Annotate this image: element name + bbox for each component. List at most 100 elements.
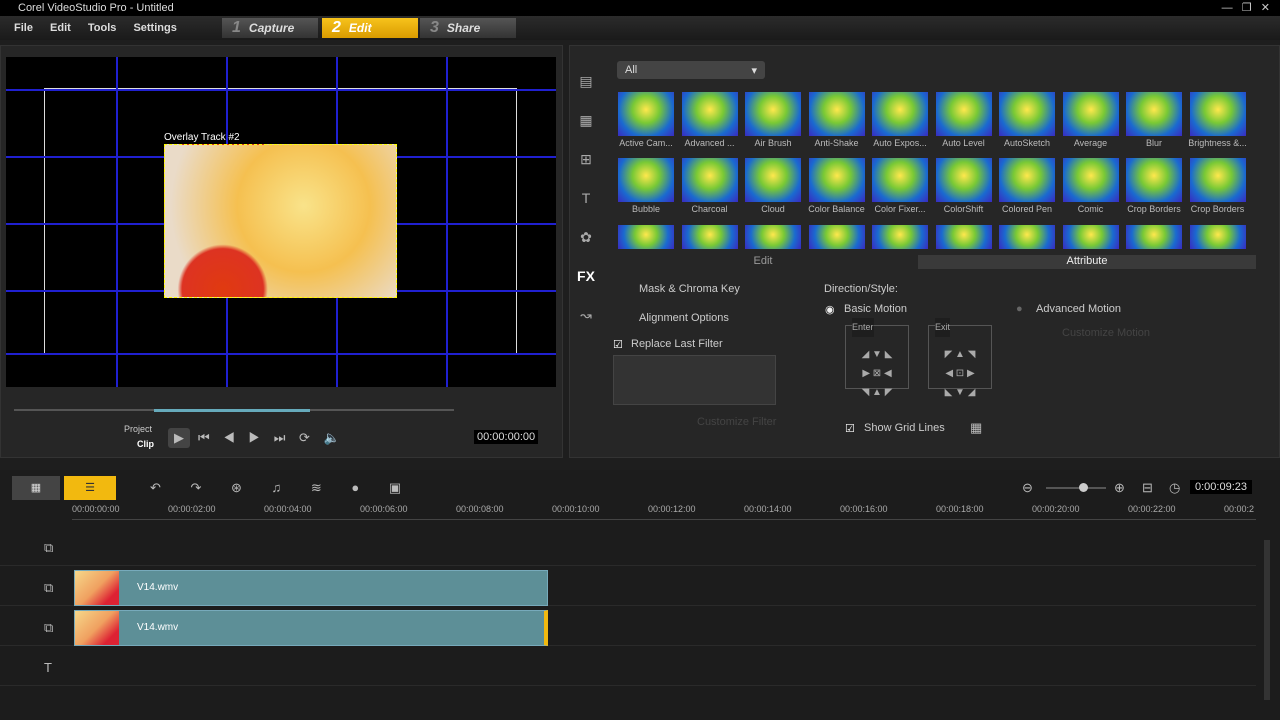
timeline-clip-selected[interactable]: V14.wmv	[74, 610, 548, 646]
window-controls[interactable]: — ❐ ✕	[1222, 0, 1270, 16]
tab-capture[interactable]: 1 Capture	[222, 18, 318, 38]
effect-thumbnail[interactable]	[808, 225, 865, 249]
effect-thumbnail[interactable]	[1189, 92, 1246, 136]
effect-thumbnail[interactable]	[681, 225, 738, 249]
video-track[interactable]: ⧉	[0, 528, 1256, 566]
grid-settings-icon[interactable]: ▦	[970, 420, 982, 436]
title-icon[interactable]: T	[574, 179, 598, 218]
alignment-options-button[interactable]: Alignment Options	[639, 312, 729, 324]
effect-thumbnail[interactable]	[1126, 225, 1182, 249]
effect-thumbnail[interactable]	[618, 225, 674, 249]
effect-thumbnail[interactable]	[872, 158, 928, 202]
effect-thumbnail[interactable]	[1126, 158, 1182, 202]
overlay-track-1[interactable]: ⧉ V14.wmv	[0, 568, 1256, 606]
effect-thumbnail[interactable]	[999, 92, 1055, 136]
replace-last-filter-checkbox[interactable]: ☑	[613, 338, 623, 351]
menu-settings[interactable]: Settings	[133, 16, 176, 40]
menu-tools[interactable]: Tools	[88, 16, 117, 40]
effect-thumbnail[interactable]	[1126, 92, 1182, 136]
ruler-tick: 00:00:02:00	[168, 504, 216, 514]
effect-label: Advanced ...	[684, 138, 735, 148]
transition-icon[interactable]: ⊞	[574, 140, 598, 179]
play-button[interactable]: ▶	[168, 428, 190, 448]
clip-mode[interactable]: Clip	[137, 439, 154, 449]
zoom-slider[interactable]	[1046, 483, 1106, 492]
effect-thumbnail[interactable]	[872, 92, 928, 136]
tab-edit[interactable]: 2 Edit	[322, 18, 418, 38]
window-title: Corel VideoStudio Pro - Untitled	[18, 2, 174, 14]
path-icon[interactable]: ↝	[574, 296, 598, 335]
scrub-bar[interactable]	[14, 409, 454, 412]
tracks: ⧉ ⧉ V14.wmv ⧉ V14.wmv T	[0, 528, 1256, 708]
timeline-scrollbar[interactable]	[1264, 540, 1270, 700]
ruler-tick: 00:00:04:00	[264, 504, 312, 514]
effect-thumbnail[interactable]	[1189, 225, 1246, 249]
library-filter-dropdown[interactable]: All ▾	[617, 61, 765, 79]
timeline-ruler[interactable]: 00:00:00:00 00:00:02:00 00:00:04:00 00:00:0…	[72, 500, 1256, 520]
timeline-toolbar[interactable]: ↶ ↷ ⊛ ♫ ≋ ● ▣	[150, 480, 401, 496]
effect-label: Color Balance	[808, 204, 865, 214]
advanced-motion-radio[interactable]: ●	[1016, 303, 1023, 315]
effect-thumbnail[interactable]	[1062, 92, 1119, 136]
effect-thumbnail[interactable]	[745, 158, 801, 202]
basic-motion-radio[interactable]: ◉	[825, 303, 835, 316]
fit-project-icon[interactable]: ⊟	[1142, 480, 1153, 496]
timeline-clip[interactable]: V14.wmv	[74, 570, 548, 606]
enter-direction-grid[interactable]: Enter ◢ ▼ ◣ ▶ ⊠ ◀ ◥ ▲ ◤	[845, 318, 909, 398]
title-bar: Corel VideoStudio Pro - Untitled — ❐ ✕	[0, 0, 1280, 16]
fx-icon[interactable]: FX	[574, 257, 598, 296]
storyboard-view-button[interactable]: ▦	[12, 476, 60, 500]
timeline-view-button[interactable]: ☰	[64, 476, 116, 500]
mask-chroma-key-button[interactable]: Mask & Chroma Key	[639, 283, 740, 295]
zoom-in-icon[interactable]: ⊕	[1114, 480, 1125, 496]
instant-project-icon[interactable]: ▦	[574, 101, 598, 140]
effect-thumbnail[interactable]	[935, 225, 992, 249]
effect-label: Crop Borders	[1190, 204, 1245, 214]
show-grid-lines-checkbox[interactable]: ☑	[845, 422, 855, 435]
effect-thumbnail[interactable]	[745, 225, 801, 249]
effect-thumbnail[interactable]	[872, 225, 928, 249]
effect-thumbnail[interactable]	[935, 92, 992, 136]
effect-label: Active Cam...	[619, 138, 673, 148]
effect-thumbnail[interactable]	[618, 158, 674, 202]
effect-thumbnail[interactable]	[1062, 225, 1119, 249]
effect-thumbnail[interactable]	[999, 158, 1055, 202]
graphic-icon[interactable]: ✿	[574, 218, 598, 257]
overlay-track-2[interactable]: ⧉ V14.wmv	[0, 608, 1256, 646]
menu-file[interactable]: File	[14, 16, 33, 40]
tab-attribute[interactable]: Attribute	[918, 255, 1256, 269]
effect-label: Air Brush	[754, 138, 792, 148]
effect-thumbnail[interactable]	[681, 158, 738, 202]
exit-direction-grid[interactable]: Exit ◤ ▲ ◥ ◀ ⊡ ▶ ◣ ▼ ◢	[928, 318, 992, 398]
media-icon[interactable]: ▤	[574, 62, 598, 101]
filter-list[interactable]	[613, 355, 776, 405]
clock-icon: ◷	[1169, 480, 1181, 495]
effect-thumbnail[interactable]	[935, 158, 992, 202]
effect-thumbnail[interactable]	[681, 92, 738, 136]
effect-thumbnail[interactable]	[808, 92, 865, 136]
zoom-out-icon[interactable]: ⊖	[1022, 480, 1033, 496]
effect-label: ColorShift	[943, 204, 984, 214]
effect-thumbnail[interactable]	[618, 92, 674, 136]
effect-label: Auto Level	[942, 138, 985, 148]
effect-thumbnail[interactable]	[1189, 158, 1246, 202]
effect-label: Auto Expos...	[873, 138, 927, 148]
menu-edit[interactable]: Edit	[50, 16, 71, 40]
direction-style-label: Direction/Style:	[824, 283, 898, 295]
replace-last-filter-label: Replace Last Filter	[631, 338, 723, 350]
timecode-field[interactable]: 00:00:00:00	[474, 430, 539, 444]
overlay-clip[interactable]	[164, 144, 397, 298]
project-mode[interactable]: Project	[124, 424, 152, 434]
library-sidebar: ▤ ▦ ⊞ T ✿ FX ↝	[574, 62, 598, 335]
advanced-motion-label: Advanced Motion	[1036, 303, 1121, 315]
preview-window[interactable]: Overlay Track #2	[6, 57, 556, 387]
title-track[interactable]: T	[0, 648, 1256, 686]
effect-thumbnail[interactable]	[999, 225, 1055, 249]
effect-thumbnail[interactable]	[1062, 158, 1119, 202]
effect-thumbnail[interactable]	[745, 92, 801, 136]
transport-controls[interactable]: ⏮ ◀ ▶ ⏭ ⟳ 🔈	[198, 430, 340, 446]
tab-share[interactable]: 3 Share	[420, 18, 516, 38]
effect-label: Average	[1073, 138, 1108, 148]
tab-edit-options[interactable]: Edit	[610, 255, 916, 269]
effect-thumbnail[interactable]	[808, 158, 865, 202]
